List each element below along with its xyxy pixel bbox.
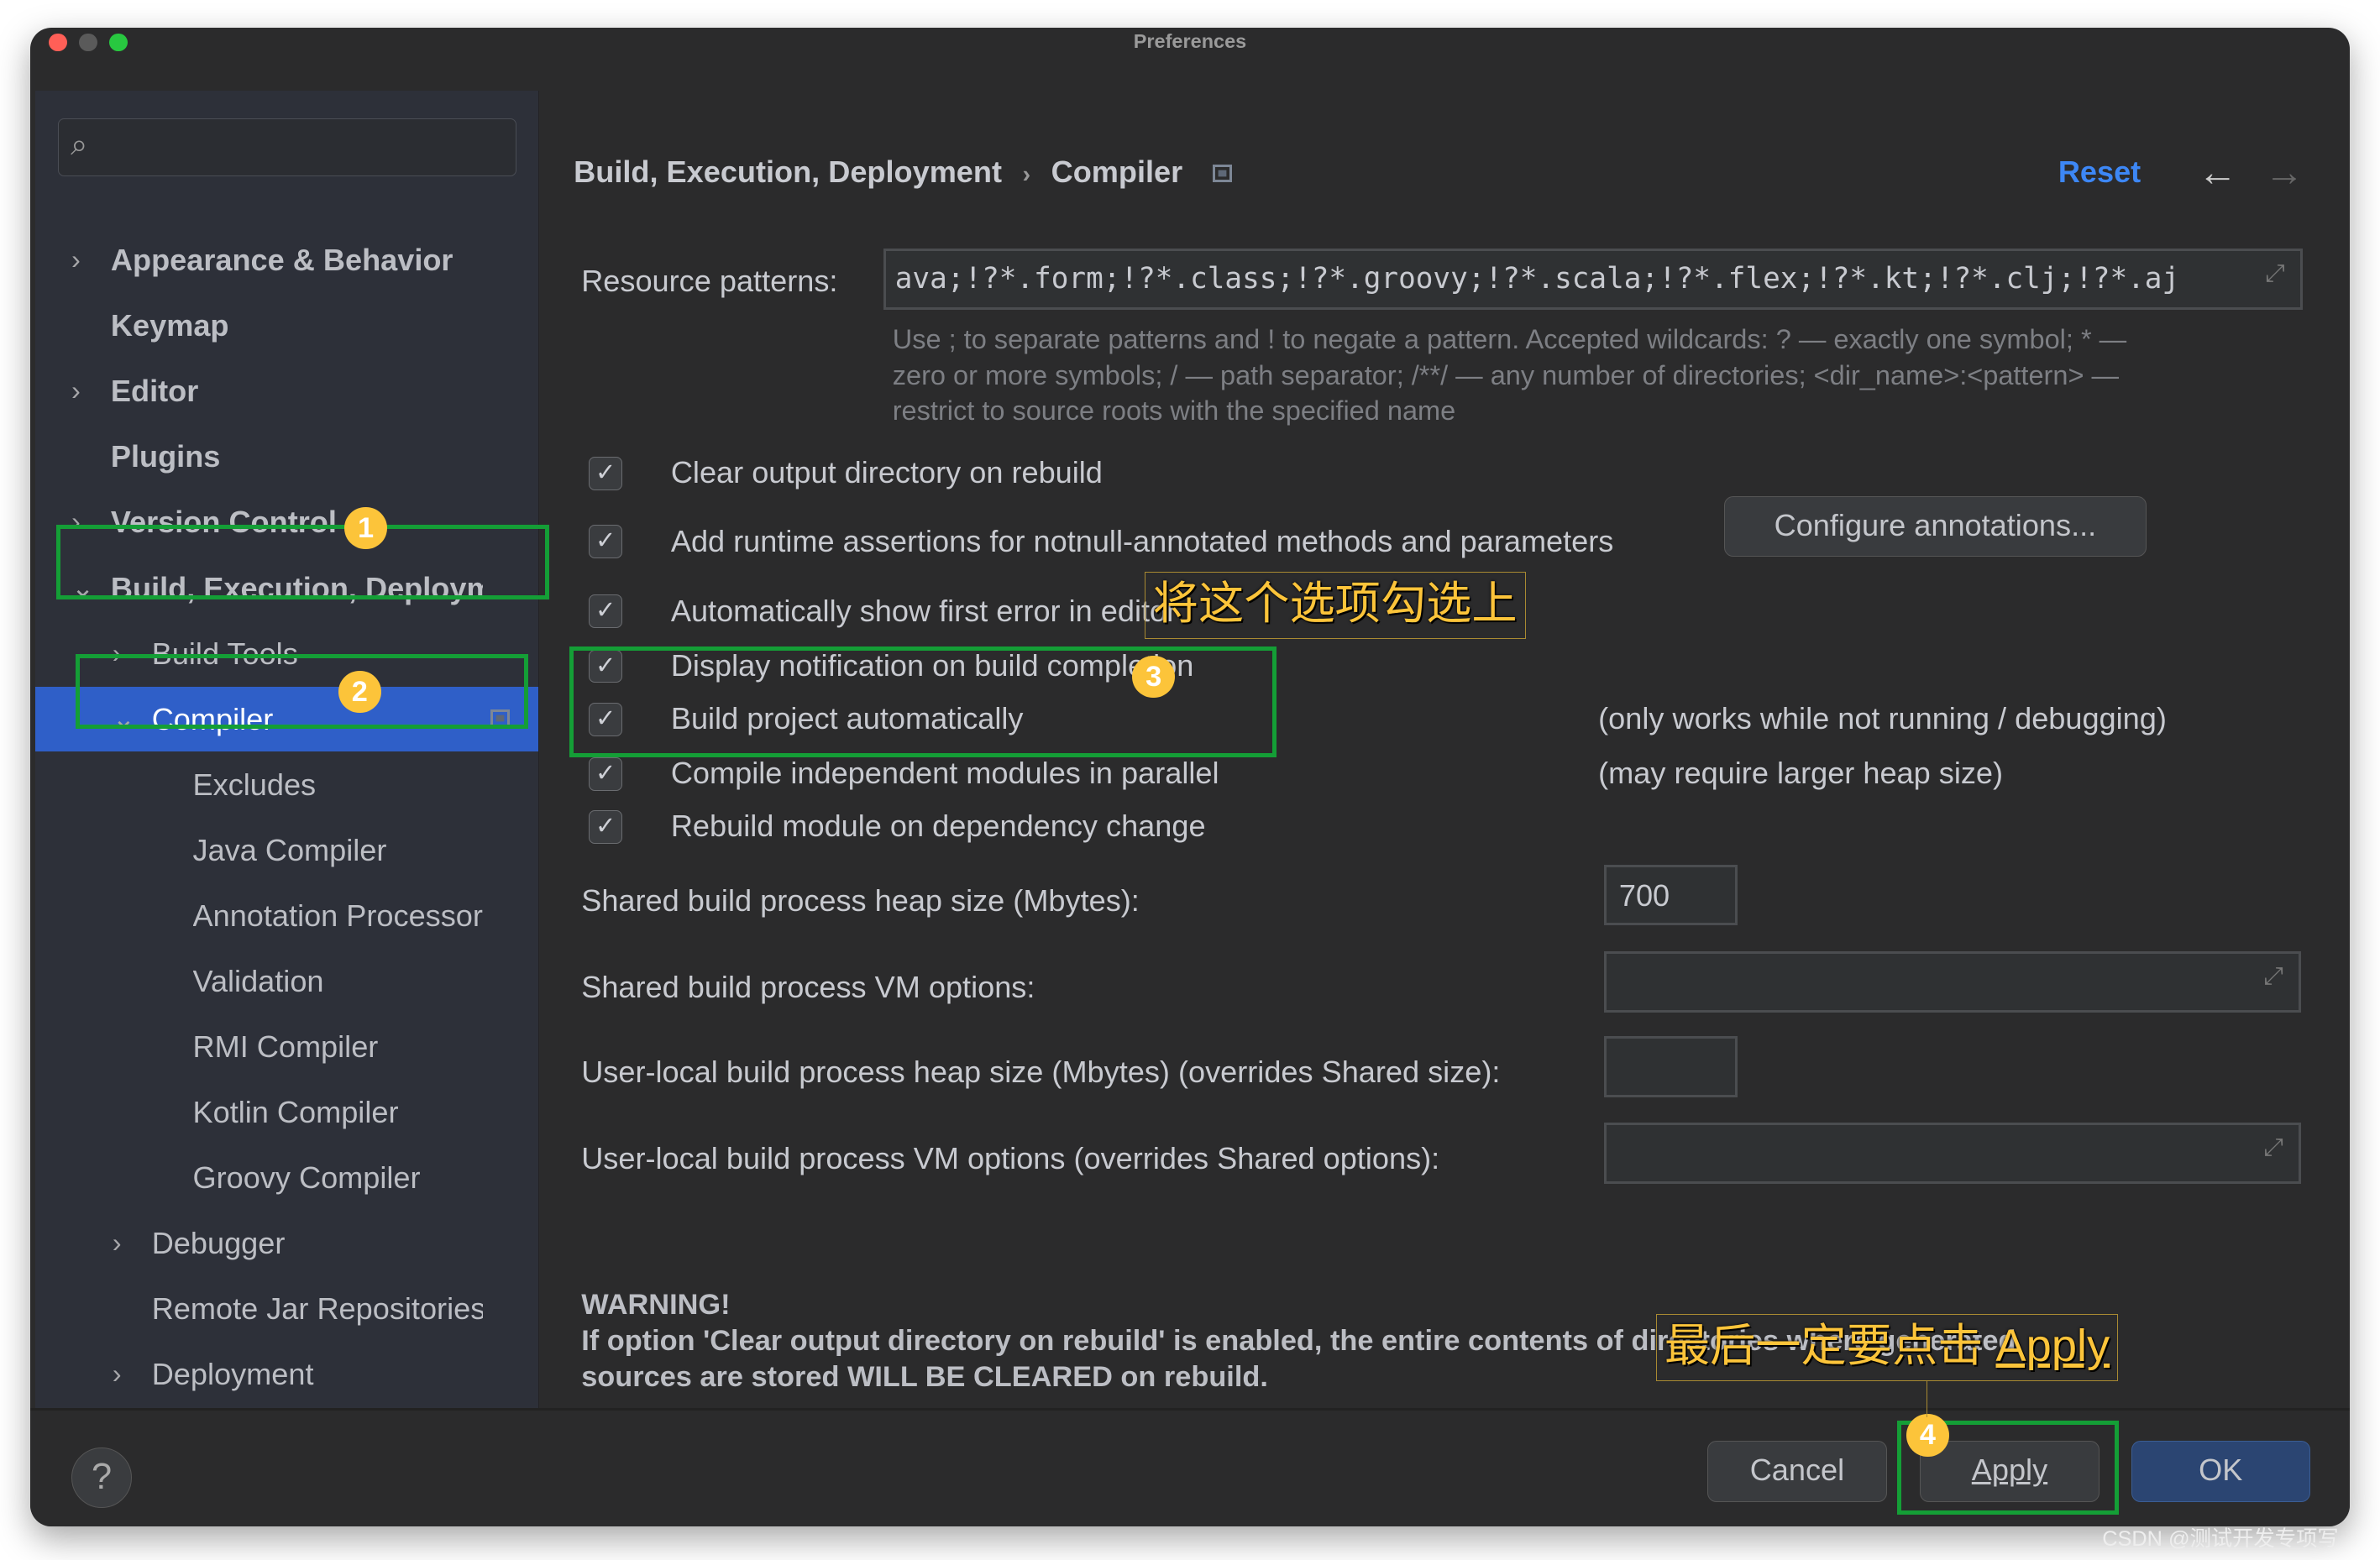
field-input[interactable]: ⤢ — [1604, 951, 2301, 1013]
option-label[interactable]: Add runtime assertions for notnull-annot… — [671, 524, 1614, 559]
sidebar-item-label: Appearance & Behavior — [110, 243, 453, 278]
settings-sidebar: ⌕ › Appearance & Behavior Keymap › Editor Plu… — [34, 91, 539, 1409]
sidebar-item-label: Validation — [192, 963, 324, 998]
field-input[interactable] — [1604, 1036, 1738, 1097]
sidebar-item[interactable]: Java Compiler — [35, 818, 490, 883]
sidebar-item[interactable]: Groovy Compiler — [35, 1145, 490, 1211]
sidebar-item[interactable]: Excludes — [35, 752, 490, 818]
sidebar-item-label: Groovy Compiler — [192, 1160, 421, 1196]
sidebar-item-label: Excludes — [192, 767, 317, 802]
field-label: User-local build process heap size (Mbyt… — [581, 1055, 1501, 1090]
option-label[interactable]: Compile independent modules in parallel — [671, 756, 1219, 791]
annotation-note-apply: 最后一定要点击 Apply — [1655, 1314, 2119, 1381]
sidebar-item[interactable]: Validation — [35, 949, 490, 1014]
sidebar-item[interactable]: RMI Compiler — [35, 1014, 490, 1080]
sidebar-item-label: Kotlin Compiler — [192, 1095, 399, 1130]
window-title: Preferences — [1133, 29, 1247, 52]
breadcrumb-parent[interactable]: Build, Execution, Deployment — [574, 154, 1002, 189]
sidebar-item-label: Remote Jar Repositories — [151, 1291, 483, 1327]
option-label[interactable]: Clear output directory on rebuild — [671, 455, 1103, 490]
sidebar-item-label: Keymap — [110, 308, 229, 343]
expand-icon[interactable]: ⤢ — [2264, 963, 2283, 991]
expand-icon[interactable]: ⤢ — [2264, 1134, 2283, 1162]
cancel-button[interactable]: Cancel — [1707, 1441, 1887, 1502]
watermark: CSDN @测试开发专项写 — [2102, 1526, 2339, 1551]
expand-icon[interactable]: ⤢ — [2256, 260, 2285, 289]
field-label: Shared build process VM options: — [581, 969, 1035, 1004]
ok-button[interactable]: OK — [2131, 1441, 2310, 1502]
step-badge-2: 2 — [338, 670, 381, 714]
chevron-icon[interactable]: › — [71, 359, 81, 424]
back-arrow-icon[interactable]: ← — [2198, 149, 2237, 195]
annotation-note-check: 将这个选项勾选上 — [1144, 572, 1526, 639]
sidebar-item[interactable]: Keymap — [35, 293, 490, 359]
resource-patterns-help: Use ; to separate patterns and ! to nega… — [892, 324, 2127, 427]
sidebar-item-label: Java Compiler — [192, 832, 387, 867]
step-badge-1: 1 — [344, 506, 387, 550]
sidebar-item-label: RMI Compiler — [192, 1029, 379, 1065]
sidebar-item[interactable]: Kotlin Compiler — [35, 1080, 490, 1145]
sidebar-item[interactable]: Annotation Processors — [35, 883, 490, 949]
sidebar-item[interactable]: Remote Jar Repositories — [35, 1276, 490, 1342]
maximize-window-button[interactable] — [109, 33, 128, 52]
sidebar-item-label: Plugins — [110, 439, 221, 474]
field-input[interactable]: 700 — [1604, 865, 1738, 926]
option-hint: (only works while not running / debuggin… — [1598, 701, 2167, 736]
highlight-build-execution — [55, 525, 550, 599]
sidebar-item-label: Debugger — [151, 1226, 286, 1261]
reset-link[interactable]: Reset — [2058, 154, 2141, 190]
close-window-button[interactable] — [48, 33, 67, 52]
option-checkbox[interactable]: ✓ — [589, 594, 622, 629]
breadcrumb-current: Compiler — [1051, 154, 1183, 190]
field-label: User-local build process VM options (ove… — [581, 1141, 1440, 1176]
project-scope-icon — [1212, 164, 1233, 183]
field-input[interactable]: ⤢ — [1604, 1123, 2301, 1184]
option-checkbox[interactable]: ✓ — [589, 756, 622, 791]
step-badge-4: 4 — [1906, 1414, 1949, 1458]
sidebar-item[interactable]: › Appearance & Behavior — [35, 228, 490, 293]
configure-annotations-button[interactable]: Configure annotations... — [1724, 496, 2147, 558]
resource-patterns-input[interactable]: ava;!?*.form;!?*.class;!?*.groovy;!?*.sc… — [883, 249, 2303, 310]
option-checkbox[interactable]: ✓ — [589, 457, 622, 490]
chevron-icon[interactable]: › — [113, 1342, 122, 1407]
resource-patterns-value: ava;!?*.form;!?*.class;!?*.groovy;!?*.sc… — [894, 262, 2180, 296]
breadcrumb: Build, Execution, Deployment › Compiler — [574, 154, 1233, 190]
sidebar-item[interactable]: › Deployment — [35, 1342, 490, 1407]
chevron-icon[interactable]: › — [71, 228, 81, 293]
sidebar-item[interactable]: › Editor — [35, 359, 490, 424]
search-input[interactable]: ⌕ — [57, 118, 516, 176]
sidebar-item[interactable]: › Debugger — [35, 1211, 490, 1276]
highlight-compiler — [76, 653, 528, 729]
sidebar-item-label: Editor — [110, 374, 199, 409]
preferences-window: Preferences ⌕ › Appearance & Behavior Keym… — [30, 27, 2350, 1527]
forward-arrow-icon[interactable]: → — [2265, 149, 2304, 195]
annotation-connector — [1926, 1380, 1928, 1418]
field-label: Shared build process heap size (Mbytes): — [581, 882, 1140, 918]
title-bar: Preferences — [30, 28, 2350, 61]
minimize-window-button[interactable] — [78, 33, 97, 52]
field-value: 700 — [1618, 877, 1670, 913]
option-hint: (may require larger heap size) — [1598, 756, 2004, 791]
option-label[interactable]: Automatically show first error in editor — [671, 594, 1177, 629]
search-icon: ⌕ — [71, 127, 88, 161]
sidebar-item-label: Annotation Processors — [192, 898, 483, 933]
sidebar-item[interactable]: Plugins — [35, 424, 490, 489]
chevron-icon[interactable]: › — [113, 1211, 122, 1276]
resource-patterns-label: Resource patterns: — [581, 264, 838, 299]
option-checkbox[interactable]: ✓ — [589, 810, 622, 844]
help-button[interactable]: ? — [71, 1447, 133, 1508]
option-label[interactable]: Rebuild module on dependency change — [671, 809, 1206, 844]
step-badge-3: 3 — [1132, 655, 1175, 699]
option-checkbox[interactable]: ✓ — [589, 525, 622, 559]
breadcrumb-separator: › — [1022, 161, 1031, 189]
sidebar-item-label: Deployment — [151, 1357, 314, 1392]
